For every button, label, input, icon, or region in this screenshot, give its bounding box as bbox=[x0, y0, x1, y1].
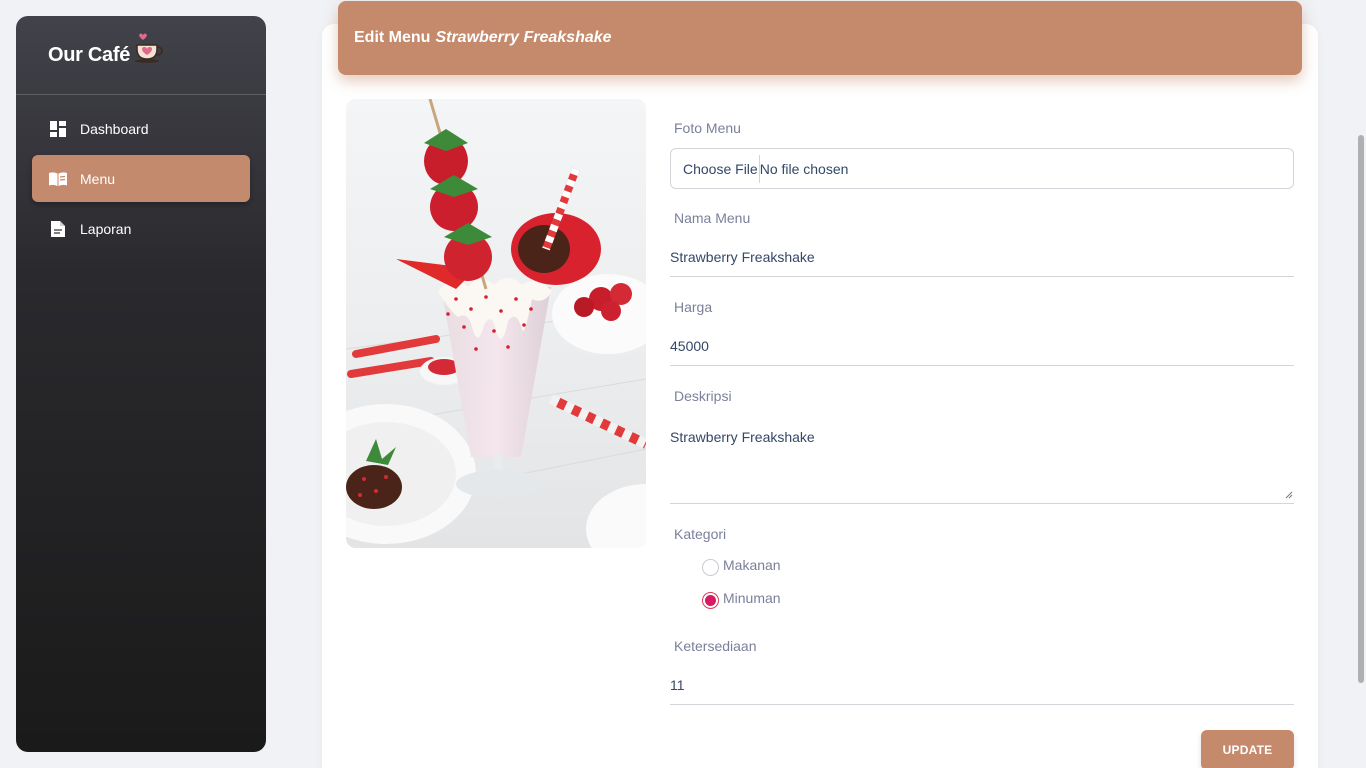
category-label: Kategori bbox=[674, 526, 727, 542]
sidebar-item-dashboard[interactable]: Dashboard bbox=[32, 105, 250, 152]
category-option-makanan[interactable]: Makanan bbox=[702, 553, 781, 576]
stock-label: Ketersediaan bbox=[674, 638, 757, 654]
report-icon bbox=[48, 219, 68, 239]
sidebar-item-menu[interactable]: Menu bbox=[32, 155, 250, 202]
resize-handle-icon[interactable] bbox=[1285, 486, 1293, 502]
radio-makanan[interactable] bbox=[702, 559, 719, 576]
price-input[interactable]: 45000 bbox=[670, 338, 1294, 366]
coffee-cup-icon bbox=[131, 31, 165, 70]
sidebar: Our Café Dashboard Menu Laporan bbox=[16, 16, 266, 752]
category-option-minuman[interactable]: Minuman bbox=[702, 586, 781, 609]
radio-label: Minuman bbox=[723, 589, 781, 606]
sidebar-item-label: Menu bbox=[80, 170, 116, 187]
page-title-menu-name: Strawberry Freakshake bbox=[435, 29, 612, 46]
radio-minuman[interactable] bbox=[702, 592, 719, 609]
description-label: Deskripsi bbox=[674, 388, 732, 404]
description-value: Strawberry Freakshake bbox=[670, 429, 815, 445]
photo-label: Foto Menu bbox=[674, 120, 741, 136]
sidebar-item-label: Laporan bbox=[80, 220, 132, 237]
price-label: Harga bbox=[674, 299, 713, 315]
name-input[interactable]: Strawberry Freakshake bbox=[670, 249, 1294, 277]
sidebar-item-laporan[interactable]: Laporan bbox=[32, 205, 250, 252]
stock-input[interactable]: 11 bbox=[670, 677, 1294, 705]
update-button[interactable]: UPDATE bbox=[1201, 730, 1294, 768]
menu-book-icon bbox=[48, 169, 68, 189]
name-label: Nama Menu bbox=[674, 210, 751, 226]
radio-label: Makanan bbox=[723, 556, 781, 573]
photo-file-input[interactable]: Choose File No file chosen bbox=[670, 148, 1294, 189]
file-status: No file chosen bbox=[759, 160, 849, 177]
menu-photo bbox=[346, 99, 646, 548]
description-textarea[interactable]: Strawberry Freakshake bbox=[670, 420, 1294, 504]
sidebar-nav: Dashboard Menu Laporan bbox=[16, 95, 266, 252]
page-title-prefix: Edit Menu bbox=[354, 29, 431, 46]
brand[interactable]: Our Café bbox=[16, 16, 266, 95]
brand-title: Our Café bbox=[48, 43, 131, 66]
dashboard-icon bbox=[48, 119, 68, 139]
page-scrollbar[interactable] bbox=[1358, 135, 1364, 683]
page-title: Edit Menu Strawberry Freakshake bbox=[338, 1, 1302, 75]
choose-file-button[interactable]: Choose File bbox=[671, 154, 760, 183]
sidebar-item-label: Dashboard bbox=[80, 120, 149, 137]
